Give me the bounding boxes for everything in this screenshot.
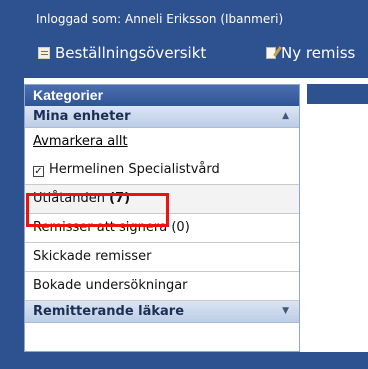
section-referring-physicians-label: Remitterande läkare [33,304,185,319]
order-overview-label: Beställningsöversikt [55,44,207,62]
unit-checkbox-label: Hermelinen Specialistvård [49,162,220,177]
order-overview-link[interactable]: Beställningsöversikt [38,44,206,62]
left-frame [0,78,24,369]
booked-examinations-label: Bokade undersökningar [33,278,188,293]
categories-title: Kategorier [25,85,299,106]
categories-panel: Kategorier Mina enheter ▲ Avmarkera allt… [24,84,300,352]
sidebar-item-booked-examinations[interactable]: Bokade undersökningar [25,272,299,301]
section-referring-physicians[interactable]: Remitterande läkare ▼ [25,301,299,323]
new-referral-icon [266,47,276,59]
logged-in-user-text: Inloggad som: Anneli Eriksson (Ibanmeri) [36,12,284,26]
deselect-all-link[interactable]: Avmarkera allt [33,134,128,149]
new-referral-label: Ny remiss [281,44,356,62]
section-my-units[interactable]: Mina enheter ▲ [25,106,299,128]
chevron-up-icon: ▲ [282,111,289,121]
sidebar-item-sent-referrals[interactable]: Skickade remisser [25,243,299,272]
unit-checkbox-row[interactable]: ✓ Hermelinen Specialistvård [25,156,299,185]
section-my-units-label: Mina enheter [33,109,131,124]
top-header: Inloggad som: Anneli Eriksson (Ibanmeri)… [0,0,368,78]
statements-count: (7) [109,191,131,206]
unit-checkbox[interactable]: ✓ [33,166,44,177]
document-list-icon [38,47,50,59]
sent-referrals-label: Skickade remisser [33,249,152,264]
chevron-down-icon: ▼ [282,306,289,316]
sidebar-item-statements[interactable]: Utlåtanden (7) [25,185,299,214]
content-header-bar [307,84,368,104]
sidebar-item-referrals-to-sign[interactable]: Remisser att signera (0) [25,214,299,243]
deselect-all-row: Avmarkera allt [25,128,299,156]
referrals-to-sign-label: Remisser att signera (0) [33,220,190,235]
bottom-frame [0,352,368,369]
new-referral-link[interactable]: Ny remiss [266,44,355,62]
statements-label: Utlåtanden [33,191,105,206]
